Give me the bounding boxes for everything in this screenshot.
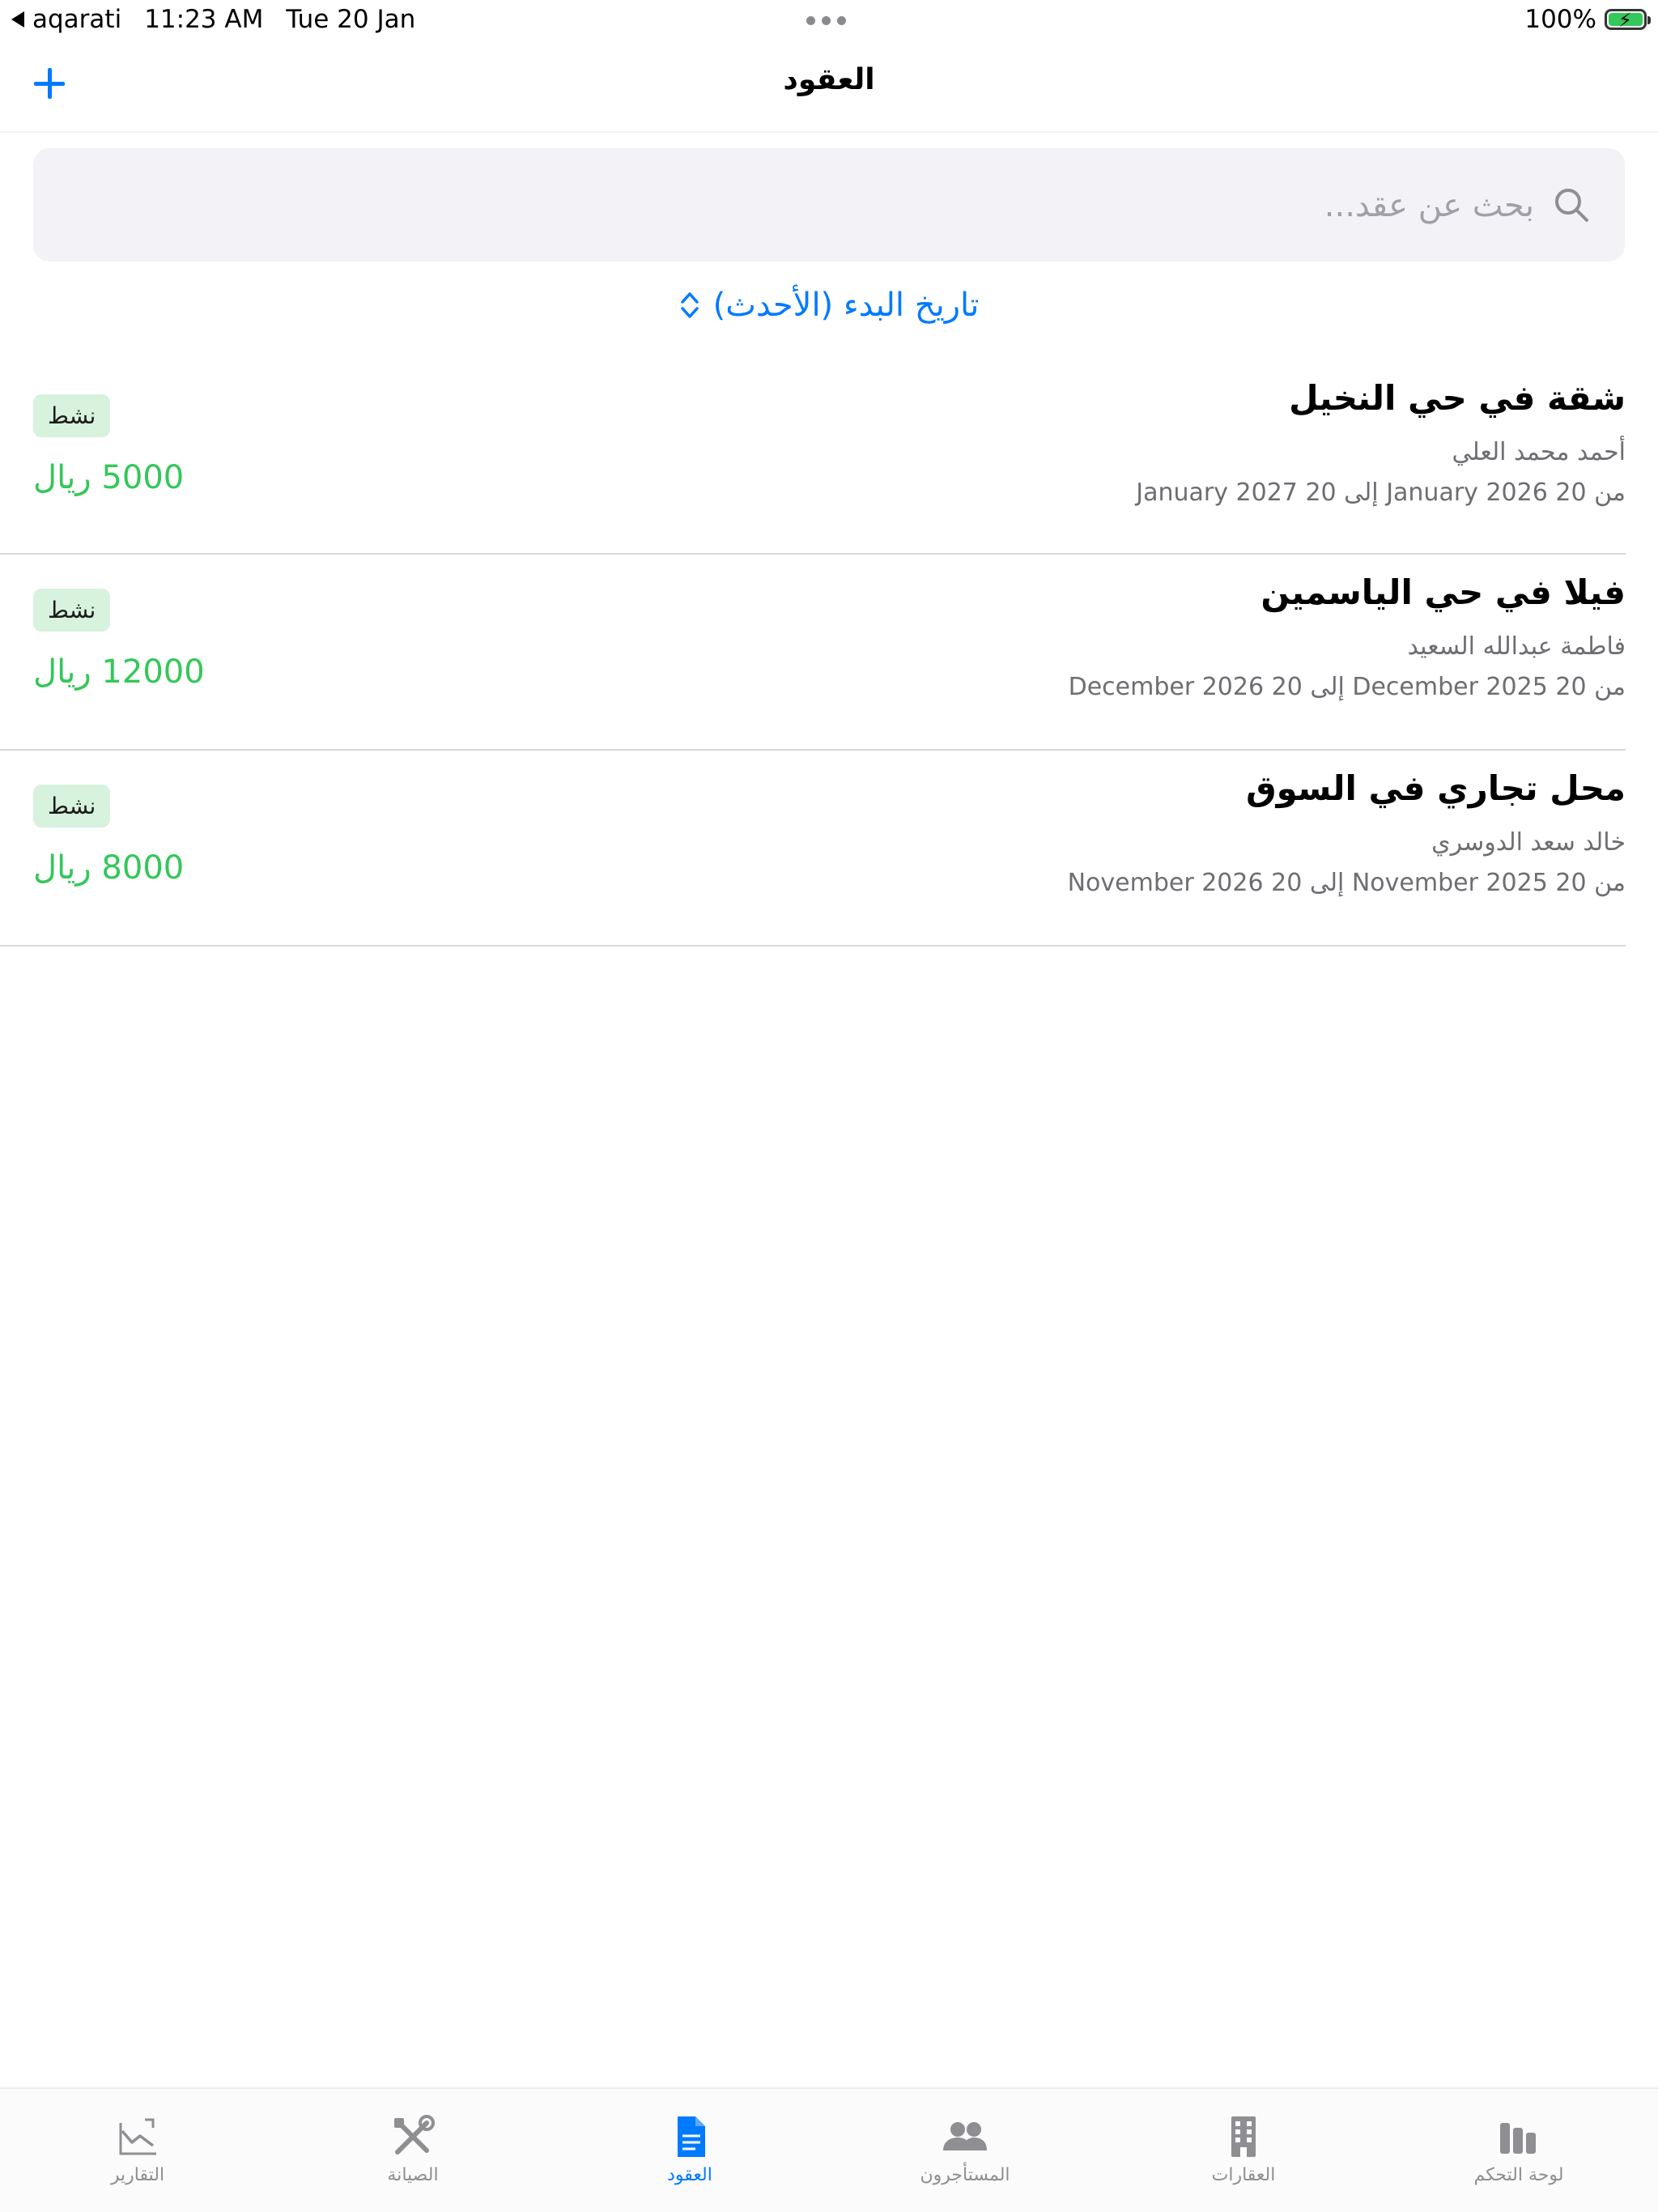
chart-icon xyxy=(119,2118,156,2155)
navigation-bar: العقود xyxy=(0,39,1658,133)
status-left: aqarati 11:23 AM Tue 20 Jan xyxy=(11,5,415,34)
tab-label: التقارير xyxy=(110,2165,165,2185)
search-icon xyxy=(1555,189,1588,222)
status-time: 11:23 AM xyxy=(144,5,264,34)
sort-label: تاريخ البدء (الأحدث) xyxy=(712,287,980,324)
page-title: العقود xyxy=(783,63,875,96)
status-badge: نشط xyxy=(33,394,111,437)
search-bar[interactable] xyxy=(33,148,1625,263)
battery-icon: ⚡ xyxy=(1605,9,1651,31)
contract-tenant: أحمد محمد العلي xyxy=(1452,438,1626,466)
tab-label: المستأجرون xyxy=(920,2165,1010,2185)
tab-label: الصيانة xyxy=(387,2165,439,2185)
back-to-app[interactable]: aqarati xyxy=(11,5,121,34)
contract-row[interactable]: فيلا في حي الياسمين فاطمة عبدالله السعيد… xyxy=(0,555,1626,751)
tab-label: العقارات xyxy=(1211,2165,1276,2185)
contract-row[interactable]: محل تجاري في السوق خالد سعد الدوسري من 2… xyxy=(0,751,1626,946)
sort-picker[interactable]: تاريخ البدء (الأحدث) xyxy=(0,287,1658,324)
people-icon xyxy=(943,2122,987,2150)
tab-bar: التقارير الصيانة العقود المستأجرون العقا… xyxy=(0,2087,1658,2212)
contract-row[interactable]: شقة في حي النخيل أحمد محمد العلي من 20 J… xyxy=(0,360,1626,555)
contract-title: فيلا في حي الياسمين xyxy=(1261,572,1626,612)
tab-properties[interactable]: العقارات xyxy=(1163,2089,1324,2212)
tab-dashboard[interactable]: لوحة التحكم xyxy=(1438,2089,1600,2212)
tab-label: العقود xyxy=(667,2165,712,2185)
status-badge: نشط xyxy=(33,589,111,632)
search-input[interactable] xyxy=(156,148,1536,263)
back-app-label: aqarati xyxy=(32,5,122,34)
contract-dates: من 20 November 2025 إلى 20 November 2026 xyxy=(1067,869,1626,897)
contract-amount: 5000 ريال xyxy=(33,459,185,496)
contract-amount: 8000 ريال xyxy=(33,849,185,887)
contract-title: محل تجاري في السوق xyxy=(1246,768,1626,808)
tab-tenants[interactable]: المستأجرون xyxy=(884,2089,1046,2212)
contract-title: شقة في حي النخيل xyxy=(1289,378,1626,418)
tab-label: لوحة التحكم xyxy=(1473,2165,1564,2185)
tab-reports[interactable]: التقارير xyxy=(57,2089,219,2212)
dashboard-icon xyxy=(1500,2123,1536,2154)
contract-tenant: فاطمة عبدالله السعيد xyxy=(1407,632,1626,661)
battery-percent: 100% xyxy=(1524,5,1596,34)
contract-dates: من 20 December 2025 إلى 20 December 2026 xyxy=(1068,673,1626,701)
contract-amount: 12000 ريال xyxy=(33,653,205,691)
status-date: Tue 20 Jan xyxy=(286,5,416,34)
multitasking-dots-icon[interactable] xyxy=(806,16,846,25)
document-icon xyxy=(678,2116,705,2157)
back-arrow-icon xyxy=(11,11,24,28)
status-bar: aqarati 11:23 AM Tue 20 Jan 100% ⚡ xyxy=(0,0,1658,39)
chevron-up-down-icon xyxy=(680,292,699,318)
tools-icon xyxy=(394,2115,435,2155)
status-right: 100% ⚡ xyxy=(1524,5,1651,34)
tab-maintenance[interactable]: الصيانة xyxy=(332,2089,494,2212)
status-badge: نشط xyxy=(33,785,111,827)
building-icon xyxy=(1231,2116,1256,2157)
contract-dates: من 20 January 2026 إلى 20 January 2027 xyxy=(1136,479,1626,507)
contract-list: شقة في حي النخيل أحمد محمد العلي من 20 J… xyxy=(0,360,1658,946)
contract-tenant: خالد سعد الدوسري xyxy=(1431,828,1626,857)
tab-contracts[interactable]: العقود xyxy=(609,2089,771,2212)
